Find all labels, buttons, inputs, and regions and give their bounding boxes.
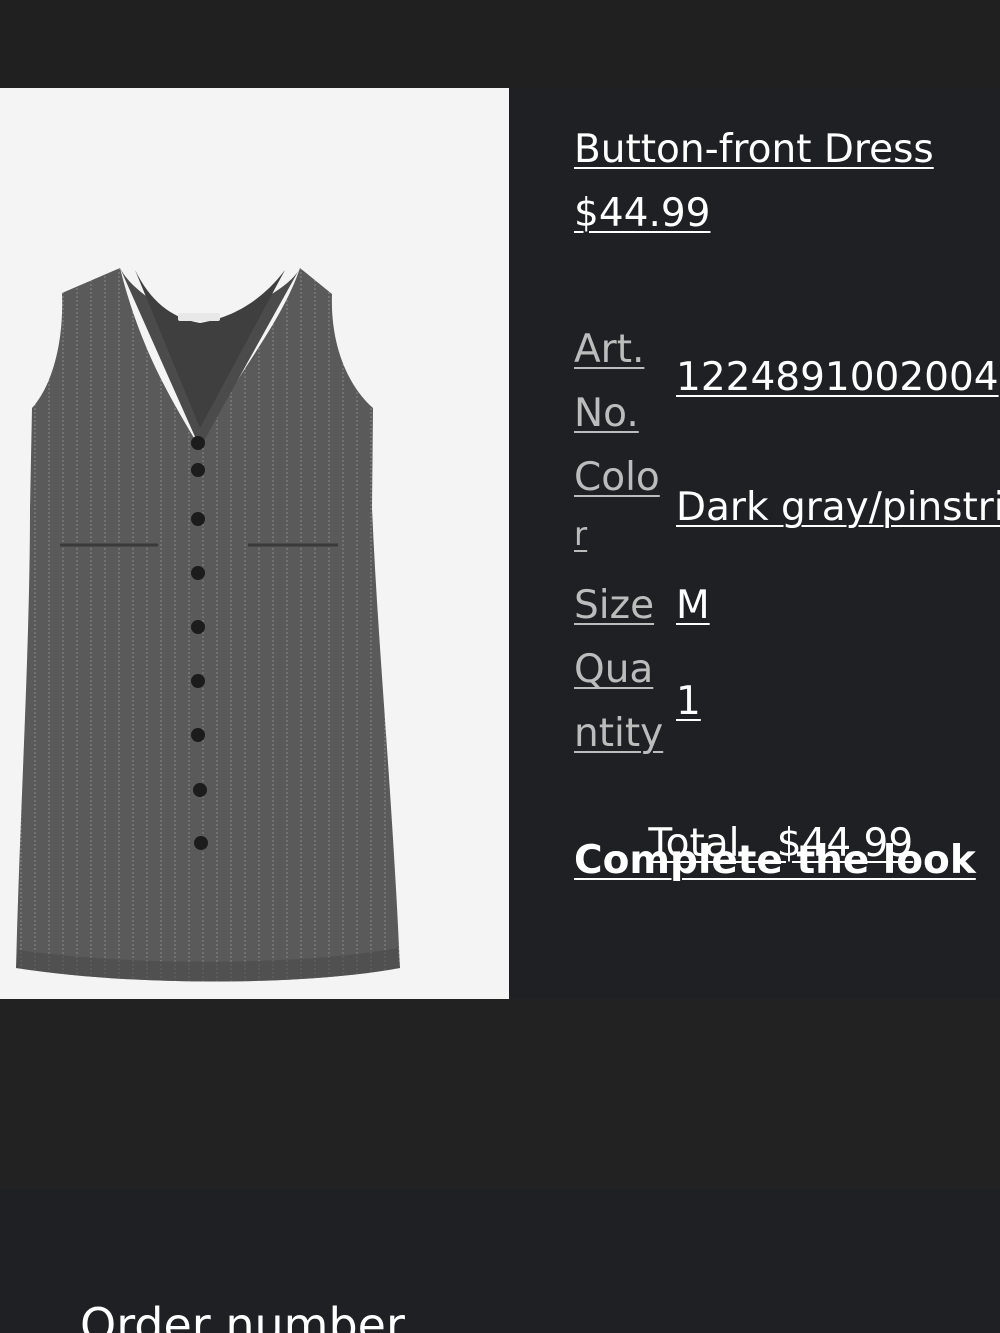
quantity-value[interactable]: 1 [676,670,701,734]
color-label[interactable]: Colo [574,446,660,510]
product-title-link[interactable]: Button-front Dress [574,126,934,174]
size-row: Size M [574,574,1000,638]
product-image[interactable] [0,88,509,999]
product-info: Button-front Dress $44.99 Art. No. 12248… [574,88,1000,999]
top-bar [0,0,1000,88]
art-no-label[interactable]: Art. [574,318,644,382]
section-divider [0,999,1000,1189]
size-value[interactable]: M [676,574,710,638]
quantity-row: Qua ntity 1 [574,638,1000,766]
art-no-value[interactable]: 1224891002004 [676,346,999,410]
quantity-label-cont[interactable]: ntity [574,702,663,766]
dress-image [16,268,400,982]
order-number-label: Order number [80,1298,405,1333]
complete-the-look-link[interactable]: Complete the look [574,837,976,885]
order-section: Order number [0,1189,1000,1333]
art-no-label-cont[interactable]: No. [574,382,639,446]
product-card: Button-front Dress $44.99 Art. No. 12248… [0,88,1000,999]
quantity-label[interactable]: Qua [574,638,653,702]
color-row: Colo r Dark gray/pinstriped [574,446,1000,553]
color-label-cont[interactable]: r [574,502,587,566]
art-no-row: Art. No. 1224891002004 [574,318,1000,446]
product-price[interactable]: $44.99 [574,190,710,238]
color-value[interactable]: Dark gray/pinstriped [676,476,1000,540]
size-label[interactable]: Size [574,574,654,638]
